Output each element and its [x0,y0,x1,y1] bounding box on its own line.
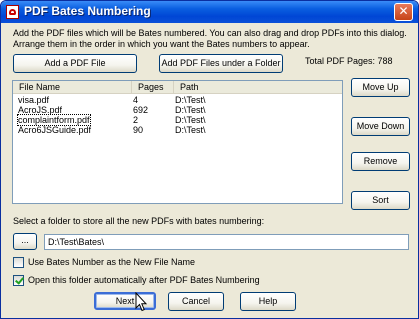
file-name-cell: complaintform.pdf [17,114,91,126]
total-pages-label: Total PDF Pages: 788 [305,56,393,66]
mouse-pointer-icon [135,292,147,312]
file-list[interactable]: File Name Pages Path visa.pdf 4 D:\Test\… [12,80,343,204]
instructions-line-2: Arrange them in the order in which you w… [13,39,310,49]
file-name-cell: Acro6JSGuide.pdf [18,125,92,135]
file-row[interactable]: Acro6JSGuide.pdf 90 D:\Test\ [13,125,342,135]
add-pdf-file-button[interactable]: Add a PDF File [13,54,137,73]
instructions-line-1: Add the PDF files which will be Bates nu… [13,28,407,38]
open-folder-checkbox[interactable] [13,275,24,286]
file-path-cell: D:\Test\ [175,115,206,125]
file-pages-cell: 2 [133,115,139,125]
help-button[interactable]: Help [240,292,296,311]
list-header: File Name Pages Path [13,81,342,94]
output-folder-field[interactable]: D:\Test\Bates\ [44,234,409,250]
file-name-cell: AcroJS.pdf [18,105,63,115]
open-folder-label: Open this folder automatically after PDF… [28,275,260,285]
browse-folder-button[interactable]: ... [13,233,37,250]
column-header-path[interactable]: Path [174,81,342,93]
instructions: Add the PDF files which will be Bates nu… [13,28,413,50]
column-header-file-name[interactable]: File Name [13,81,132,93]
close-button[interactable]: ✕ [394,3,413,21]
file-path-cell: D:\Test\ [175,95,206,105]
move-up-button[interactable]: Move Up [351,78,410,97]
bates-dialog: PDF Bates Numbering ✕ Add the PDF files … [0,0,419,319]
file-row-focused[interactable]: complaintform.pdf 2 D:\Test\ [13,114,342,126]
pdf-app-icon [6,5,19,19]
add-folder-button[interactable]: Add PDF Files under a Folder [159,54,283,73]
file-path-cell: D:\Test\ [175,125,206,135]
sort-button[interactable]: Sort [351,191,410,210]
column-header-pages[interactable]: Pages [132,81,174,93]
move-down-button[interactable]: Move Down [351,117,410,136]
file-pages-cell: 692 [133,105,149,115]
file-pages-cell: 90 [133,125,144,135]
use-bates-name-label: Use Bates Number as the New File Name [28,257,196,267]
checkmark-icon [15,275,24,285]
remove-button[interactable]: Remove [351,152,410,171]
title-bar[interactable]: PDF Bates Numbering ✕ [1,1,418,23]
cancel-button[interactable]: Cancel [168,292,224,311]
use-bates-name-checkbox[interactable] [13,257,24,268]
file-row[interactable]: visa.pdf 4 D:\Test\ [13,95,342,105]
file-path-cell: D:\Test\ [175,105,206,115]
file-pages-cell: 4 [133,95,139,105]
file-name-cell: visa.pdf [18,95,50,105]
file-row[interactable]: AcroJS.pdf 692 D:\Test\ [13,105,342,115]
output-folder-caption: Select a folder to store all the new PDF… [13,216,265,226]
window-title: PDF Bates Numbering [24,4,151,18]
